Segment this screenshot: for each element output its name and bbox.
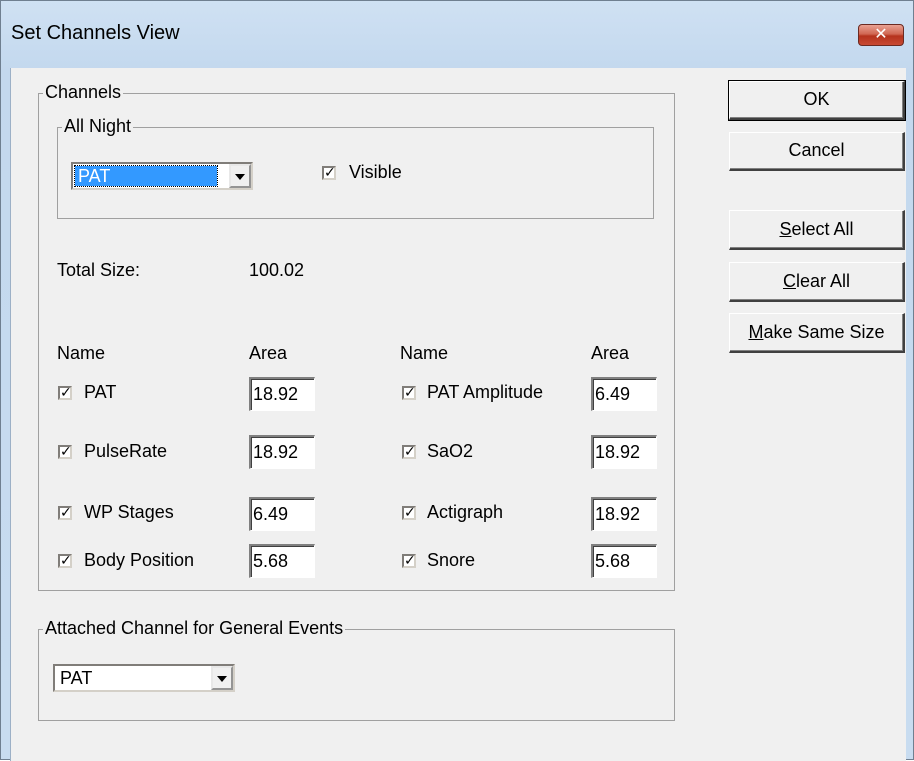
check-icon: ✓	[60, 504, 72, 520]
check-icon: ✓	[404, 384, 416, 400]
all-night-channel-select[interactable]: PAT	[71, 162, 253, 190]
cancel-button-label: Cancel	[788, 140, 845, 160]
check-icon: ✓	[404, 552, 416, 568]
channel-checkbox-snore[interactable]: ✓	[402, 552, 416, 568]
visible-label: Visible	[349, 162, 402, 182]
channel-name-pat-amplitude: PAT Amplitude	[427, 382, 544, 402]
check-icon: ✓	[404, 443, 416, 459]
select-all-button[interactable]: Select All	[729, 210, 905, 250]
close-icon: ✕	[874, 26, 888, 43]
channel-checkbox-pat[interactable]: ✓	[58, 384, 72, 400]
attached-channel-value: PAT	[60, 668, 93, 688]
area-field-wp-stages[interactable]: 6.49	[249, 497, 315, 531]
channel-name-actigraph: Actigraph	[427, 502, 504, 522]
clear-all-mnemonic: C	[782, 271, 796, 291]
window-title: Set Channels View	[11, 22, 180, 44]
all-night-channel-value: PAT	[74, 165, 218, 187]
area-field-body-position[interactable]: 5.68	[249, 544, 315, 578]
channel-checkbox-pat-amplitude[interactable]: ✓	[402, 384, 416, 400]
total-size-label: Total Size:	[57, 260, 141, 280]
channel-name-sao2: SaO2	[427, 441, 474, 461]
close-button[interactable]: ✕	[858, 24, 904, 46]
channel-name-pat: PAT	[84, 382, 117, 402]
name-header-left: Name	[57, 343, 106, 363]
clear-all-label: lear All	[795, 271, 851, 291]
title-bar[interactable]: Set Channels View ✕	[1, 1, 913, 69]
area-field-sao2[interactable]: 18.92	[591, 435, 657, 469]
make-same-size-mnemonic: M	[748, 322, 764, 342]
make-same-size-button[interactable]: Make Same Size	[729, 313, 905, 353]
check-icon: ✓	[404, 504, 416, 520]
name-header-right: Name	[400, 343, 449, 363]
channel-checkbox-body-position[interactable]: ✓	[58, 552, 72, 568]
check-icon: ✓	[324, 164, 336, 180]
chevron-down-icon[interactable]	[229, 164, 251, 188]
channel-checkbox-pulserate[interactable]: ✓	[58, 443, 72, 459]
dialog-window: Set Channels View ✕ Channels All Night P…	[0, 0, 914, 761]
check-icon: ✓	[60, 552, 72, 568]
area-field-pat-amplitude[interactable]: 6.49	[591, 377, 657, 411]
channel-checkbox-wp-stages[interactable]: ✓	[58, 504, 72, 520]
area-field-pulserate[interactable]: 18.92	[249, 435, 315, 469]
total-size-value: 100.02	[249, 260, 305, 280]
area-field-snore[interactable]: 5.68	[591, 544, 657, 578]
cancel-button[interactable]: Cancel	[729, 132, 905, 171]
check-icon: ✓	[60, 384, 72, 400]
attached-channel-group-label: Attached Channel for General Events	[43, 618, 346, 639]
all-night-group-label: All Night	[62, 116, 134, 137]
channel-name-snore: Snore	[427, 550, 476, 570]
dialog-client-area: Channels All Night PAT ✓ Visible Total S…	[10, 68, 906, 761]
check-icon: ✓	[60, 443, 72, 459]
attached-channel-select[interactable]: PAT	[53, 664, 235, 692]
channel-name-wp-stages: WP Stages	[84, 502, 174, 522]
area-field-pat[interactable]: 18.92	[249, 377, 315, 411]
clear-all-button[interactable]: Clear All	[729, 262, 905, 302]
area-header-left: Area	[249, 343, 288, 363]
area-header-right: Area	[591, 343, 630, 363]
channel-name-body-position: Body Position	[84, 550, 195, 570]
chevron-down-icon[interactable]	[211, 666, 233, 690]
channel-checkbox-sao2[interactable]: ✓	[402, 443, 416, 459]
make-same-size-label: ake Same Size	[763, 322, 885, 342]
ok-button-label: OK	[803, 89, 830, 109]
ok-button[interactable]: OK	[728, 80, 906, 121]
channel-checkbox-actigraph[interactable]: ✓	[402, 504, 416, 520]
channel-name-pulserate: PulseRate	[84, 441, 168, 461]
channels-group-label: Channels	[43, 82, 124, 103]
select-all-label: elect All	[791, 219, 854, 239]
area-field-actigraph[interactable]: 18.92	[591, 497, 657, 531]
select-all-mnemonic: S	[779, 219, 792, 239]
visible-checkbox[interactable]: ✓	[322, 164, 336, 180]
